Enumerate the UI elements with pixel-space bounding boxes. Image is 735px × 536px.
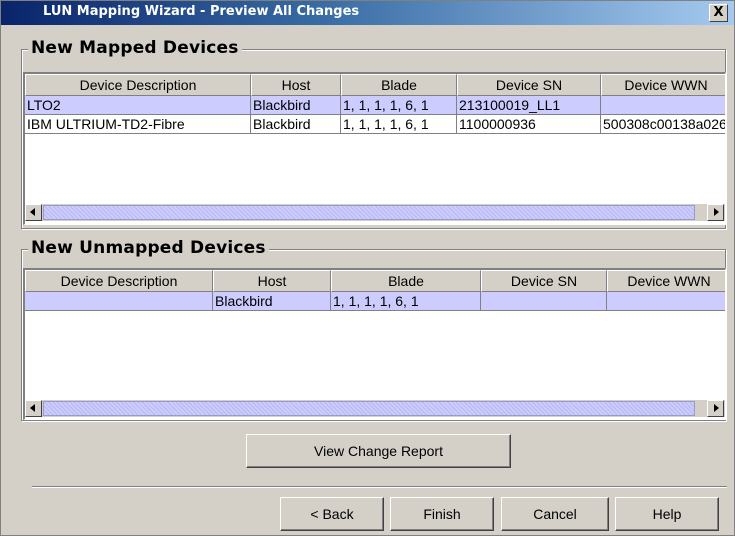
cell-device-sn: 1100000936 (457, 115, 601, 134)
view-change-report-button[interactable]: View Change Report (246, 434, 511, 468)
wizard-window: LUN Mapping Wizard - Preview All Changes… (0, 0, 735, 536)
cell-device-wwn (607, 292, 725, 311)
table-header: Device Description Host Blade Device SN … (25, 270, 725, 292)
scrollbar-thumb[interactable] (43, 401, 695, 416)
mapped-devices-table[interactable]: Device Description Host Blade Device SN … (23, 72, 726, 225)
cell-device-sn (481, 292, 607, 311)
cell-host: Blackbird (213, 292, 331, 311)
scroll-left-button[interactable] (25, 400, 42, 417)
separator (32, 486, 727, 488)
cell-device-description: IBM ULTRIUM-TD2-Fibre (25, 115, 251, 134)
scroll-left-button[interactable] (25, 204, 42, 221)
table-row[interactable]: Blackbird 1, 1, 1, 1, 6, 1 (25, 292, 725, 311)
arrow-left-icon (30, 208, 35, 216)
column-header-host[interactable]: Host (213, 270, 331, 292)
cell-device-sn: 213100019_LL1 (457, 96, 601, 115)
arrow-left-icon (30, 404, 35, 412)
window-title: LUN Mapping Wizard - Preview All Changes (43, 4, 360, 19)
column-header-device-wwn[interactable]: Device WWN (601, 74, 725, 96)
cell-blade: 1, 1, 1, 1, 6, 1 (331, 292, 481, 311)
horizontal-scrollbar[interactable] (25, 400, 725, 417)
cell-host: Blackbird (251, 96, 341, 115)
column-header-device-sn[interactable]: Device SN (457, 74, 601, 96)
scroll-right-button[interactable] (707, 204, 724, 221)
cell-blade: 1, 1, 1, 1, 6, 1 (341, 115, 457, 134)
close-icon: X (713, 5, 724, 20)
column-header-blade[interactable]: Blade (341, 74, 457, 96)
column-header-device-description[interactable]: Device Description (25, 270, 213, 292)
cancel-button[interactable]: Cancel (501, 497, 609, 531)
cell-device-description: LTO2 (25, 96, 251, 115)
horizontal-scrollbar[interactable] (25, 204, 725, 221)
table-row[interactable]: LTO2 Blackbird 1, 1, 1, 1, 6, 1 21310001… (25, 96, 725, 115)
title-bar[interactable]: LUN Mapping Wizard - Preview All Changes… (1, 1, 734, 25)
cell-device-wwn: 500308c00138a026 (601, 115, 725, 134)
cell-device-wwn (601, 96, 725, 115)
scrollbar-thumb[interactable] (43, 205, 695, 220)
table-row[interactable]: IBM ULTRIUM-TD2-Fibre Blackbird 1, 1, 1,… (25, 115, 725, 134)
help-button[interactable]: Help (615, 497, 719, 531)
finish-button[interactable]: Finish (390, 497, 494, 531)
column-header-device-wwn[interactable]: Device WWN (607, 270, 725, 292)
mapped-devices-title: New Mapped Devices (28, 38, 242, 58)
column-header-device-sn[interactable]: Device SN (481, 270, 607, 292)
arrow-right-icon (714, 208, 719, 216)
close-button[interactable]: X (709, 4, 728, 22)
column-header-device-description[interactable]: Device Description (25, 74, 251, 96)
column-header-host[interactable]: Host (251, 74, 341, 96)
cell-blade: 1, 1, 1, 1, 6, 1 (341, 96, 457, 115)
column-header-blade[interactable]: Blade (331, 270, 481, 292)
unmapped-devices-table[interactable]: Device Description Host Blade Device SN … (23, 268, 726, 420)
cell-host: Blackbird (251, 115, 341, 134)
cell-device-description (25, 292, 213, 311)
unmapped-devices-title: New Unmapped Devices (28, 238, 269, 258)
arrow-right-icon (714, 404, 719, 412)
table-header: Device Description Host Blade Device SN … (25, 74, 725, 96)
back-button[interactable]: < Back (280, 497, 384, 531)
scroll-right-button[interactable] (707, 400, 724, 417)
